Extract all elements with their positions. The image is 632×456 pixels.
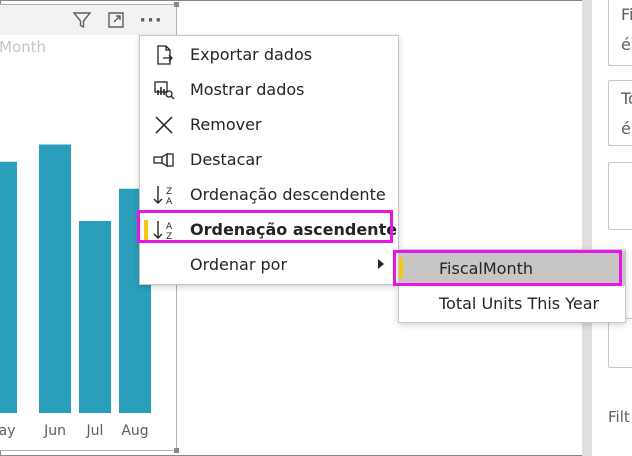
submenu-item-label: Total Units This Year bbox=[439, 294, 600, 313]
filter-card-title: To bbox=[621, 89, 632, 108]
show-data-icon bbox=[152, 78, 176, 102]
bar-jul[interactable] bbox=[79, 221, 111, 413]
bar-may[interactable] bbox=[0, 161, 17, 413]
menu-item-show-data[interactable]: Mostrar dados bbox=[140, 72, 398, 107]
menu-item-sort-descending[interactable]: ZA Ordenação descendente bbox=[140, 177, 398, 212]
filter-card-subtitle: é bbox=[621, 119, 631, 138]
bar-jun[interactable] bbox=[39, 144, 71, 414]
filter-card-2[interactable]: To é bbox=[608, 80, 632, 146]
x-tick-label: Jun bbox=[43, 423, 66, 439]
filter-card-title: Fi bbox=[621, 5, 632, 24]
menu-item-export-data[interactable]: Exportar dados bbox=[140, 37, 398, 72]
svg-text:A: A bbox=[166, 197, 173, 207]
x-tick-label: Jul bbox=[86, 423, 104, 439]
menu-item-remove[interactable]: Remover bbox=[140, 107, 398, 142]
submenu-arrow-icon bbox=[378, 259, 384, 269]
filter-card-3[interactable] bbox=[608, 162, 632, 230]
menu-item-label: Exportar dados bbox=[190, 45, 313, 64]
x-tick-label: May bbox=[0, 423, 15, 439]
svg-text:Z: Z bbox=[166, 187, 172, 197]
x-tick-label: Aug bbox=[121, 423, 148, 439]
spotlight-icon bbox=[152, 148, 176, 172]
submenu-item-total-units[interactable]: Total Units This Year bbox=[399, 286, 625, 321]
export-data-icon bbox=[152, 43, 176, 67]
filter-card-4[interactable] bbox=[608, 318, 632, 368]
remove-icon bbox=[152, 113, 176, 137]
filters-section-label: Filt bbox=[608, 408, 630, 426]
menu-item-sort-by[interactable]: Ordenar por bbox=[140, 247, 398, 282]
menu-item-label: Remover bbox=[190, 115, 262, 134]
pane-divider[interactable] bbox=[582, 0, 592, 456]
filter-card-1[interactable]: Fi é bbox=[608, 0, 632, 66]
menu-item-label: Ordenação descendente bbox=[190, 185, 386, 204]
filter-card-subtitle: é bbox=[621, 35, 631, 54]
context-menu: Exportar dados Mostrar dados Remover Des… bbox=[139, 35, 399, 285]
annotation-highlight-sort-ascending bbox=[137, 210, 393, 243]
menu-item-spotlight[interactable]: Destacar bbox=[140, 142, 398, 177]
menu-item-label: Destacar bbox=[190, 150, 262, 169]
sort-descending-icon: ZA bbox=[152, 183, 176, 207]
menu-item-label: Ordenar por bbox=[190, 255, 288, 274]
menu-item-label: Mostrar dados bbox=[190, 80, 305, 99]
annotation-highlight-fiscalmonth bbox=[393, 250, 622, 286]
